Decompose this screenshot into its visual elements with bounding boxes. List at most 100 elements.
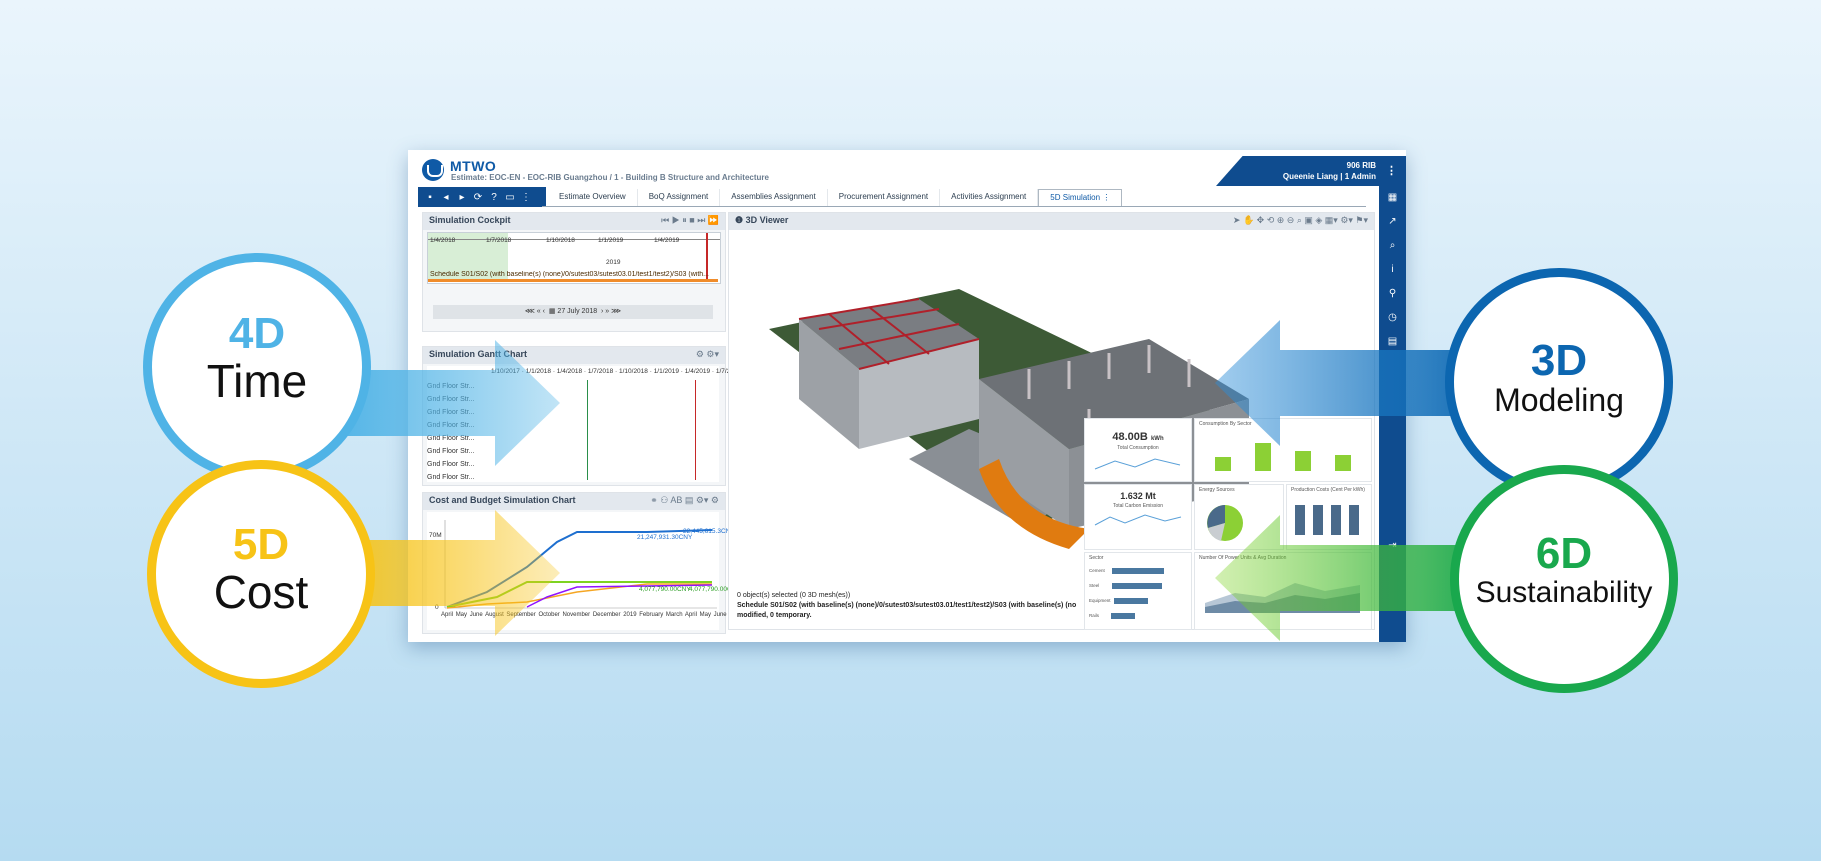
filter-icon[interactable]: ⚲ [1379,282,1406,306]
badge-6d-subtitle: Sustainability [1475,576,1653,609]
back-icon[interactable]: ◂ [440,192,452,203]
power-units-card: Number Of Power Units & Avg Duration [1194,552,1372,630]
panel-title: Simulation Cockpit [429,215,511,225]
consumption-number: 48.00B [1112,431,1148,443]
settings-icon[interactable]: ⚙ ⚙▾ [696,349,719,360]
mtwo-logo-icon [422,159,444,181]
consumption-card: 48.00B kWh Total Consumption [1084,418,1192,482]
panel-header: Simulation Cockpit ⏮ ▶ ⏸ ■ ⏭ ⏩ [423,213,725,230]
viewer-status: 0 object(s) selected (0 3D mesh(es)) Sch… [729,591,1076,621]
badge-4d-subtitle: Time [206,355,308,407]
gantt-body: 1/10/2017 · 1/1/2018 · 1/4/2018 · 1/7/20… [427,366,741,484]
sector-bar [1111,582,1162,589]
badge-5d-subtitle: Cost [213,566,309,618]
tab-procurement-assignment[interactable]: Procurement Assignment [828,189,941,206]
gantt-date: 1/10/2017 [491,368,520,375]
production-costs-title: Production Costs (Cent Per kWh) [1291,487,1365,493]
budget-label: 4,077,790.00CNY [639,586,691,593]
x-tick: October [538,612,560,618]
sector-row: Steel [1089,578,1191,593]
consumption-value: 48.00B kWh [1085,431,1191,443]
refresh-icon[interactable]: ⟳ [472,192,484,203]
carbon-sparkline [1094,514,1182,526]
badge-4d-title: 4D [228,309,286,358]
x-tick: June [469,612,483,618]
share-icon[interactable]: ↗ [1379,210,1406,234]
timeline-date: 1/10/2018 [546,237,575,244]
modified-status: modified, 0 temporary. [737,612,812,619]
collapse-icon[interactable]: ⇥ [1379,534,1406,558]
badge-3d-modeling: 3D Modeling [1445,268,1673,496]
viewer-toolbar[interactable]: ➤ ✋ ✥ ⟲ ⊕ ⊖ ⌕ ▣ ◈ ▦▾ ⚙▾ ⚑▾ [1233,215,1368,226]
gantt-row[interactable]: Gnd Floor Str... [427,471,474,484]
gantt-dates: 1/10/2017 · 1/1/2018 · 1/4/2018 · 1/7/20… [491,368,741,375]
timeline[interactable]: 1/4/2018 1/7/2018 1/10/2018 1/1/2019 1/4… [427,232,721,284]
info-icon[interactable]: i [1379,258,1406,282]
toolbar-more-icon[interactable]: ⋮ [520,192,532,203]
sector-bar-chart [1215,443,1351,471]
panel-title: Simulation Gantt Chart [429,349,528,359]
date-navigator[interactable]: ⋘ « ‹ ▦ 27 July 2018 › » ⋙ [433,305,713,319]
badge-4d-time: 4D Time [143,253,371,481]
tab-assemblies-assignment[interactable]: Assemblies Assignment [720,189,828,206]
gantt-row[interactable]: Gnd Floor Str... [427,419,474,432]
gantt-date: 1/4/2018 [556,368,583,375]
save-icon[interactable]: ▪ [424,192,436,203]
x-tick: 2019 [623,612,637,618]
more-menu-icon[interactable]: ⋮ [1386,164,1397,177]
panel-header: Cost and Budget Simulation Chart ⚭ ⚇ AB ▤… [423,493,725,510]
gantt-date: 1/4/2019 [684,368,711,375]
badge-3d-subtitle: Modeling [1494,382,1624,418]
schedule-label: Schedule S01/S02 (with baseline(s) (none… [430,271,709,278]
tab-boq-assignment[interactable]: BoQ Assignment [638,189,721,206]
gantt-row[interactable]: Gnd Floor Str... [427,445,474,458]
panel-header: Simulation Gantt Chart ⚙ ⚙▾ [423,347,725,364]
gantt-row[interactable]: Gnd Floor Str... [427,406,474,419]
breadcrumb[interactable]: Estimate: EOC-EN - EOC-RIB Guangzhou / 1… [451,173,769,182]
x-tick: June [713,612,727,618]
production-costs-card: Production Costs (Cent Per kWh) [1286,484,1372,550]
help-icon[interactable]: ? [488,192,500,203]
tab-estimate-overview[interactable]: Estimate Overview [548,189,638,206]
cost-label: 22,445,615.3CNY [683,528,735,535]
x-tick: November [562,612,591,618]
forward-icon[interactable]: ▸ [456,192,468,203]
clock-icon[interactable]: ◷ [1379,306,1406,330]
header: MTWO Estimate: EOC-EN - EOC-RIB Guangzho… [408,150,1406,186]
timeline-year: 2019 [606,259,621,266]
document-icon[interactable]: ▤ [1379,330,1406,354]
sector-row: Rails [1089,608,1191,623]
carbon-value: 1.632 Mt [1120,491,1156,501]
consumption-sector-card: Consumption By Sector [1194,418,1372,482]
x-tick: May [455,612,468,618]
gantt-row[interactable]: Gnd Floor Str... [427,393,474,406]
carbon-card: 1.632 Mt Total Carbon Emission [1084,484,1192,550]
user-panel[interactable]: 906 RIB Queenie Liang | 1 Admin ⋮ [1216,156,1406,186]
tab-5d-simulation-label: 5D Simulation [1050,193,1101,202]
tab-activities-assignment[interactable]: Activities Assignment [940,189,1039,206]
sector-label: Rails [1089,613,1100,618]
power-area-chart [1205,583,1360,613]
search-icon[interactable]: ⌕ [1379,234,1406,258]
energy-pie-chart [1207,505,1243,541]
gantt-row[interactable]: Gnd Floor Str... [427,432,474,445]
sector-bars: Cement Steel Equipment Rails [1085,563,1191,623]
chart-tools[interactable]: ⚭ ⚇ AB ▤ ⚙▾ ⚙ [650,495,719,506]
sector-bar [1113,597,1148,604]
simulation-gantt-panel: Simulation Gantt Chart ⚙ ⚙▾ 1/10/2017 · 1… [422,346,741,486]
right-sidebar: ▦ ↗ ⌕ i ⚲ ◷ ▤ ⇥ [1379,186,1406,642]
company-label: 906 RIB [1346,161,1376,170]
sector-row: Equipment [1089,593,1191,608]
gantt-row[interactable]: Gnd Floor Str... [427,458,474,471]
playback-controls[interactable]: ⏮ ▶ ⏸ ■ ⏭ ⏩ [661,215,719,226]
consumption-unit: kWh [1150,436,1164,442]
grid-icon[interactable]: ▦ [1379,186,1406,210]
cost-chart-body: 70M 0 21,247,931.30CNY 22,445,615.3CNY 4… [427,512,741,630]
tab-5d-simulation[interactable]: 5D Simulation ⋮ [1038,189,1123,206]
gantt-row[interactable]: Gnd Floor Str... [427,380,474,393]
x-tick: April [441,612,454,618]
gantt-end-line [695,380,696,480]
screen-icon[interactable]: ▭ [504,192,516,203]
x-tick: February [639,612,664,618]
x-tick: December [592,612,621,618]
